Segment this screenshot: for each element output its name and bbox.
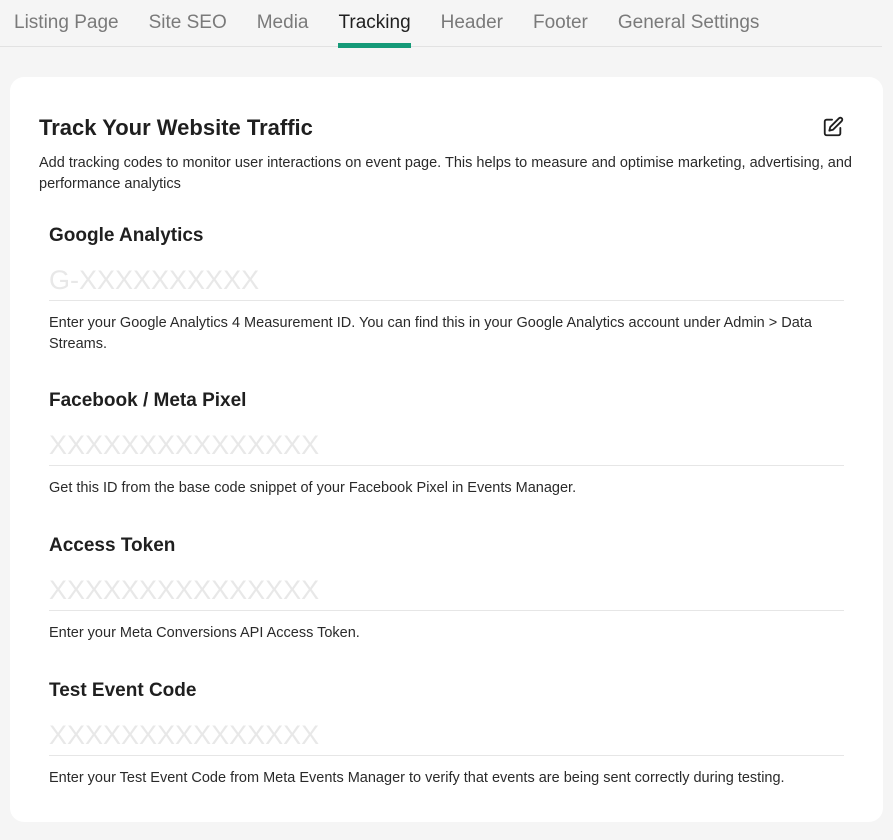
field-help: Get this ID from the base code snippet o…	[49, 480, 577, 496]
meta-pixel-input[interactable]	[49, 416, 844, 466]
field-access-token: Access Token Enter your Meta Conversions…	[49, 535, 844, 644]
tab-general-settings[interactable]: General Settings	[618, 0, 760, 47]
settings-tabs: Listing Page Site SEO Media Tracking Hea…	[0, 0, 882, 48]
tab-header[interactable]: Header	[441, 0, 503, 47]
tab-footer[interactable]: Footer	[533, 0, 588, 47]
google-analytics-input[interactable]	[49, 251, 844, 301]
test-event-code-input[interactable]	[49, 706, 844, 756]
field-test-event-code: Test Event Code Enter your Test Event Co…	[49, 680, 844, 789]
field-help: Enter your Meta Conversions API Access T…	[49, 625, 360, 641]
field-google-analytics: Google Analytics Enter your Google Analy…	[49, 225, 844, 354]
field-help: Enter your Google Analytics 4 Measuremen…	[49, 315, 812, 352]
field-label: Facebook / Meta Pixel	[49, 390, 247, 411]
tab-site-seo[interactable]: Site SEO	[149, 0, 227, 47]
tab-tracking[interactable]: Tracking	[338, 0, 411, 48]
edit-icon	[823, 116, 844, 137]
field-label: Google Analytics	[49, 225, 204, 246]
field-label: Access Token	[49, 535, 176, 556]
field-label: Test Event Code	[49, 680, 197, 701]
tab-media[interactable]: Media	[257, 0, 309, 47]
card-description: Add tracking codes to monitor user inter…	[39, 155, 852, 192]
edit-button[interactable]	[822, 116, 844, 138]
tab-listing-page[interactable]: Listing Page	[14, 0, 119, 47]
field-help: Enter your Test Event Code from Meta Eve…	[49, 770, 785, 786]
tracking-card: Track Your Website Traffic Add tracking …	[10, 77, 883, 822]
field-meta-pixel: Facebook / Meta Pixel Get this ID from t…	[49, 390, 844, 499]
card-title: Track Your Website Traffic	[39, 115, 313, 140]
access-token-input[interactable]	[49, 561, 844, 611]
